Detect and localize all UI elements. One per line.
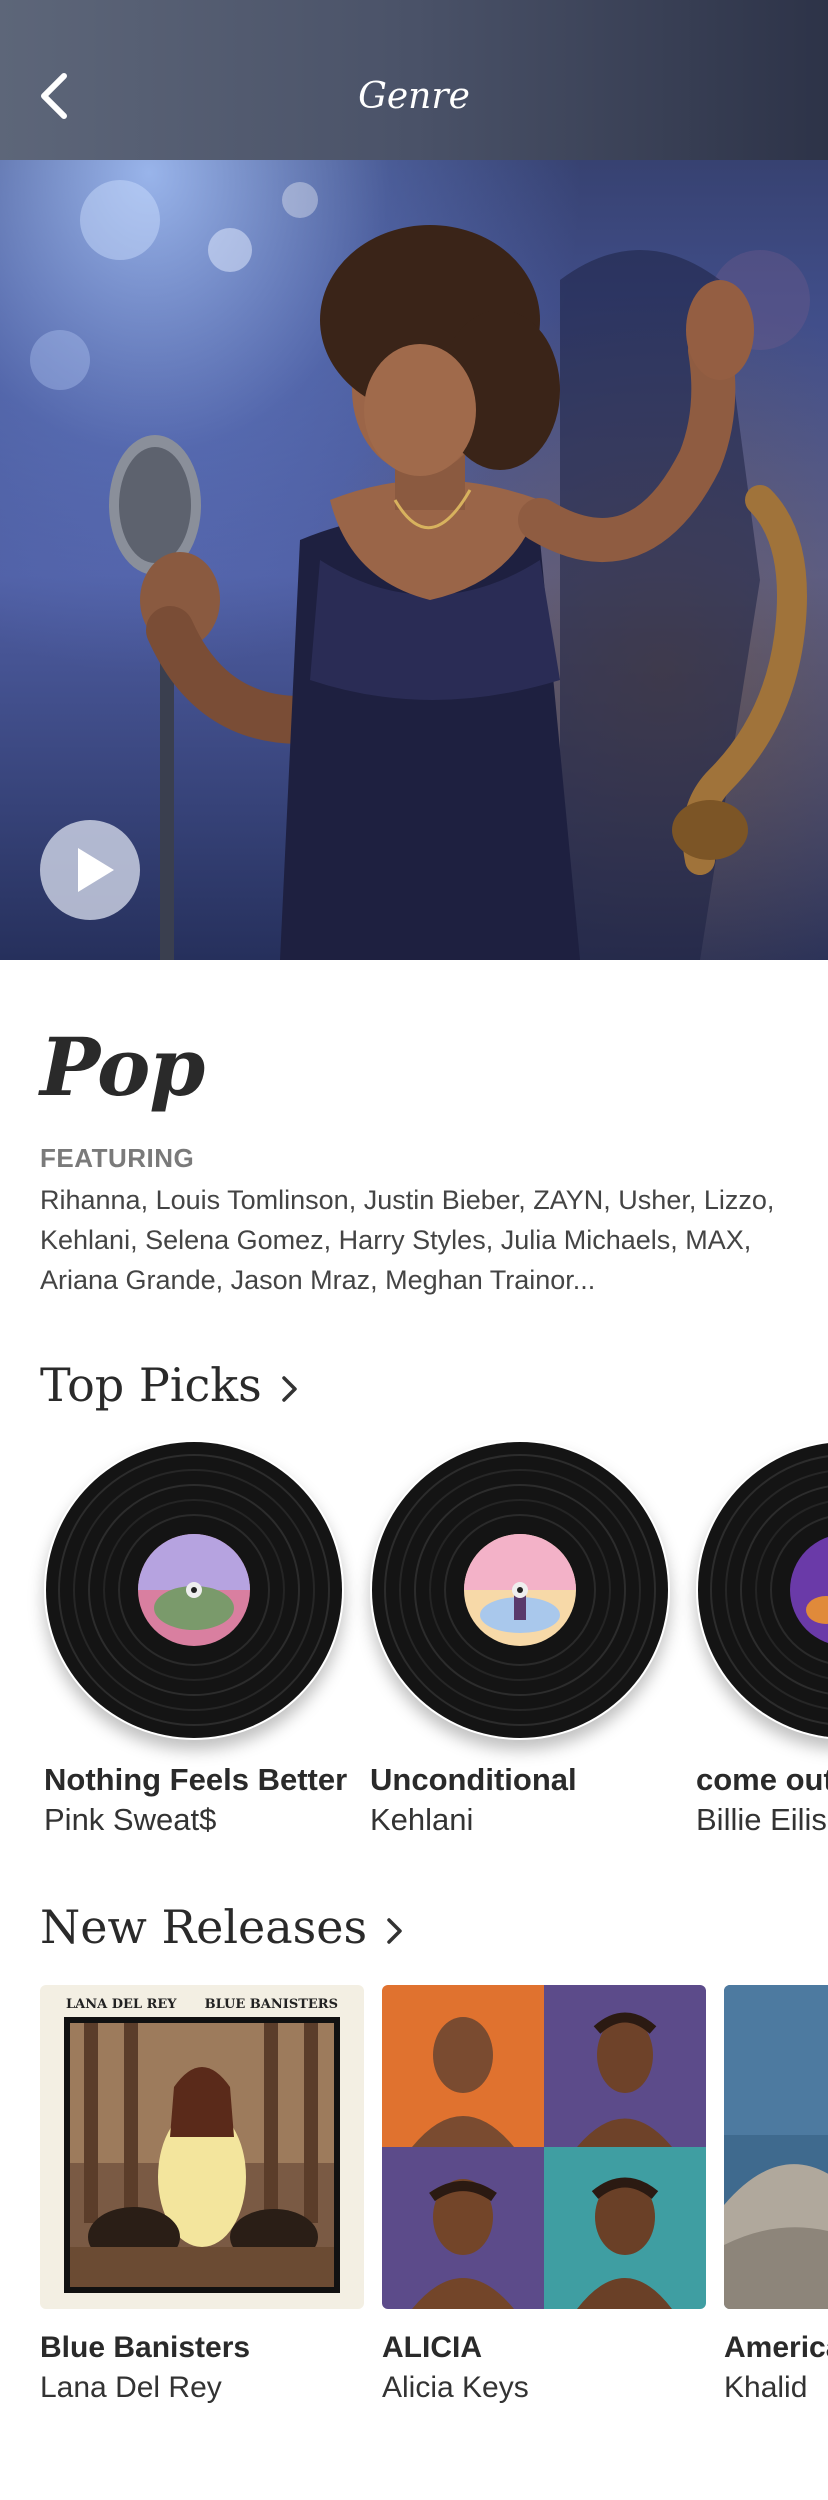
vinyl-record-graphic	[46, 1442, 342, 1738]
top-pick-artist: Kehlani	[370, 1802, 474, 1837]
top-pick-artist: Billie Eilish	[696, 1802, 828, 1837]
cover-title-text: BLUE BANISTERS	[204, 1997, 338, 2012]
cover-artist-text: LANA DEL REY	[66, 1997, 177, 2012]
release-title: Blue Banisters	[40, 2331, 251, 2364]
album-art	[64, 2017, 340, 2293]
release-title: ALICIA	[382, 2331, 482, 2364]
top-picks-label: Top Picks	[40, 1358, 262, 1412]
chevron-right-icon	[387, 1918, 402, 1944]
album-art	[724, 1985, 828, 2309]
release-artist: Lana Del Rey	[40, 2371, 222, 2404]
hero-banner: Genre	[0, 0, 828, 960]
top-bar: Genre	[0, 0, 828, 160]
vinyl-record[interactable]	[44, 1440, 344, 1740]
release-title: American Teen	[724, 2331, 828, 2364]
vinyl-record-graphic	[372, 1442, 668, 1738]
new-releases-label: New Releases	[40, 1900, 368, 1954]
vinyl-record[interactable]	[696, 1440, 828, 1740]
featuring-artists: Rihanna, Louis Tomlinson, Justin Bieber,…	[40, 1185, 775, 1295]
genre-title: Pop	[40, 1020, 205, 1114]
play-button[interactable]	[40, 820, 140, 920]
album-cover[interactable]	[724, 1985, 828, 2309]
page-title: Genre	[358, 76, 470, 117]
play-icon	[78, 848, 114, 892]
album-cover[interactable]	[382, 1985, 706, 2309]
top-picks-header[interactable]: Top Picks	[40, 1358, 300, 1412]
top-pick-artist: Pink Sweat$	[44, 1802, 217, 1837]
top-picks-carousel[interactable]: Nothing Feels Better Pink Sweat$ Uncondi…	[0, 1440, 828, 1860]
top-pick-title: come out and play	[696, 1762, 828, 1797]
new-releases-carousel[interactable]: LANA DEL REY BLUE BANISTERS Blue Baniste…	[0, 1985, 828, 2425]
top-pick-title: Unconditional	[370, 1762, 577, 1797]
featuring-label: FEATURING	[40, 1143, 195, 1173]
album-art	[382, 1985, 706, 2309]
album-cover[interactable]: LANA DEL REY BLUE BANISTERS	[40, 1985, 364, 2309]
release-artist: Khalid	[724, 2371, 808, 2404]
top-pick-title: Nothing Feels Better	[44, 1762, 348, 1797]
vinyl-record-graphic	[698, 1443, 828, 1737]
new-releases-header[interactable]: New Releases	[40, 1900, 405, 1954]
release-artist: Alicia Keys	[382, 2371, 529, 2404]
vinyl-record[interactable]	[370, 1440, 670, 1740]
chevron-right-icon	[282, 1376, 297, 1402]
